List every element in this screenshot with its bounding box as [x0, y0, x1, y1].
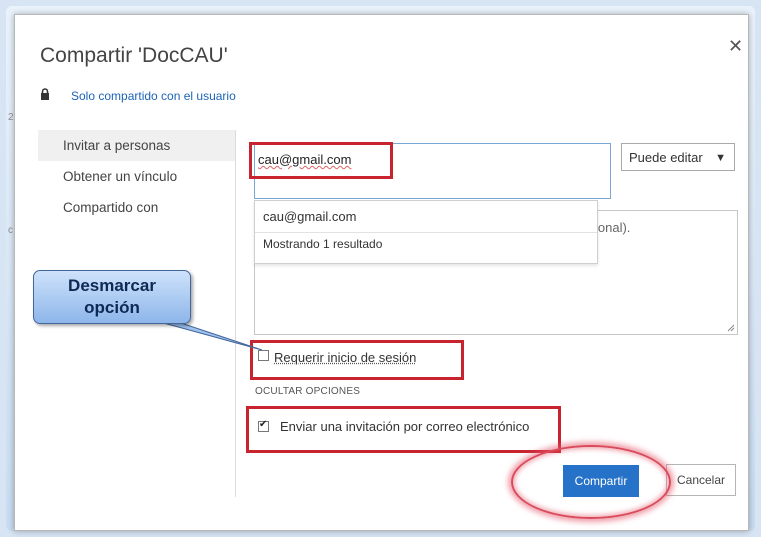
send-invitation-label[interactable]: Enviar una invitación por correo electró… [280, 419, 529, 434]
close-icon[interactable]: ✕ [728, 36, 743, 57]
sidebar-divider [235, 130, 236, 497]
sidebar-item-shared-with[interactable]: Compartido con [38, 192, 235, 223]
dialog-title: Compartir 'DocCAU' [40, 44, 228, 67]
cancel-button[interactable]: Cancelar [666, 464, 736, 496]
send-invitation-checkbox[interactable] [258, 419, 269, 432]
share-sidebar: Invitar a personas Obtener un vínculo Co… [38, 130, 235, 223]
callout-line-1: Desmarcar [68, 276, 156, 295]
hide-options-toggle[interactable]: OCULTAR OPCIONES [255, 386, 360, 397]
permission-value: Puede editar [629, 150, 703, 165]
results-count: Mostrando 1 resultado [263, 237, 383, 251]
require-signin-label[interactable]: Requerir inicio de sesión [274, 350, 416, 365]
sidebar-item-get-link[interactable]: Obtener un vínculo [38, 161, 235, 192]
background-edge-mark: 2 [8, 112, 14, 123]
annotation-callout: Desmarcar opción [33, 270, 191, 324]
sidebar-item-invite[interactable]: Invitar a personas [38, 130, 235, 161]
background-edge-mark: c [8, 225, 13, 236]
sharing-status-link[interactable]: Solo compartido con el usuario [71, 89, 236, 103]
callout-line-2: opción [84, 298, 140, 317]
permission-dropdown[interactable]: Puede editar ▼ [621, 143, 735, 171]
resize-grip-icon[interactable] [727, 324, 735, 332]
share-button[interactable]: Compartir [563, 465, 639, 497]
chevron-down-icon: ▼ [715, 152, 726, 164]
autocomplete-dropdown: cau@gmail.com Mostrando 1 resultado [254, 200, 598, 264]
suggestion-item[interactable]: cau@gmail.com [255, 201, 597, 233]
message-placeholder: ional). [595, 220, 631, 235]
lock-icon [41, 88, 49, 100]
require-signin-checkbox[interactable] [258, 350, 269, 361]
invite-email-value: cau@gmail.com [258, 152, 352, 167]
